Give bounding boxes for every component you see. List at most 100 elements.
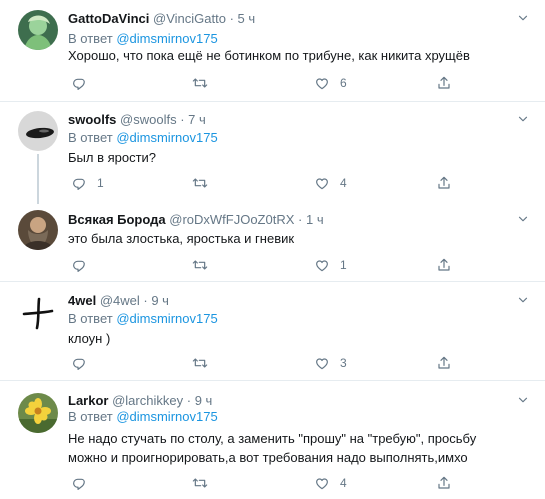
retweet-icon <box>192 175 208 191</box>
reply-icon <box>71 257 87 273</box>
tweet-text: Был в ярости? <box>68 150 157 165</box>
author-handle[interactable]: @swoolfs <box>120 112 177 127</box>
like-icon <box>314 257 330 273</box>
reply-icon <box>71 475 87 491</box>
tweet-text-line: Не надо стучать по столу, а заменить "пр… <box>68 431 477 446</box>
reply-context: В ответ @dimsmirnov175 <box>68 409 218 425</box>
reply-to-link[interactable]: @dimsmirnov175 <box>116 311 217 326</box>
timestamp[interactable]: 9 ч <box>151 293 169 308</box>
like-button[interactable]: 1 <box>314 257 347 273</box>
reply-button[interactable] <box>71 257 97 273</box>
reply-icon <box>71 355 87 371</box>
caret-down-icon[interactable] <box>517 12 529 24</box>
reply-to-link[interactable]: @dimsmirnov175 <box>116 31 217 46</box>
like-count: 6 <box>340 76 347 90</box>
like-count: 4 <box>340 476 347 490</box>
reply-button[interactable] <box>71 75 97 91</box>
author-name[interactable]: Larkor <box>68 393 108 408</box>
author-handle[interactable]: @4wel <box>100 293 140 308</box>
share-icon <box>436 475 452 491</box>
like-button[interactable]: 6 <box>314 75 347 91</box>
retweet-icon <box>192 475 208 491</box>
like-icon <box>314 355 330 371</box>
author-name[interactable]: 4wel <box>68 293 96 308</box>
share-button[interactable] <box>436 475 452 491</box>
reply-to-link[interactable]: @dimsmirnov175 <box>116 130 217 145</box>
like-button[interactable]: 4 <box>314 175 347 191</box>
separator-dot: · <box>143 293 148 308</box>
tweet-text: Не надо стучать по столу, а заменить "пр… <box>68 429 528 467</box>
reply-button[interactable] <box>71 355 97 371</box>
separator-dot: · <box>229 11 234 26</box>
avatar[interactable] <box>18 111 58 151</box>
author-handle[interactable]: @roDxWfFJOoZ0tRX <box>169 212 294 227</box>
retweet-button[interactable] <box>192 175 218 191</box>
separator-dot: · <box>186 393 192 408</box>
caret-down-icon[interactable] <box>517 113 529 125</box>
reply-prefix: В ответ <box>68 130 113 145</box>
avatar[interactable] <box>18 393 58 433</box>
share-icon <box>436 175 452 191</box>
retweet-icon <box>192 355 208 371</box>
retweet-icon <box>192 75 208 91</box>
reply-prefix: В ответ <box>68 31 113 46</box>
reply-icon <box>71 75 87 91</box>
timestamp[interactable]: 5 ч <box>238 11 256 26</box>
caret-down-icon[interactable] <box>517 394 529 406</box>
like-count: 4 <box>340 176 347 190</box>
retweet-button[interactable] <box>192 475 218 491</box>
share-button[interactable] <box>436 257 452 273</box>
like-icon <box>314 475 330 491</box>
reply-prefix: В ответ <box>68 311 113 326</box>
reply-prefix: В ответ <box>68 409 113 424</box>
tweet-text: это была злостька, яростька и гневик <box>68 231 295 246</box>
share-icon <box>436 355 452 371</box>
reply-to-link[interactable]: @dimsmirnov175 <box>116 409 217 424</box>
author-name[interactable]: GattoDaVinci <box>68 11 149 26</box>
like-icon <box>314 75 330 91</box>
like-count: 1 <box>340 258 347 272</box>
reply-context: В ответ @dimsmirnov175 <box>68 311 218 327</box>
author-handle[interactable]: @larchikkey <box>112 393 183 408</box>
like-button[interactable]: 3 <box>314 355 347 371</box>
tweet-text: клоун ) <box>68 331 111 346</box>
caret-down-icon[interactable] <box>517 213 529 225</box>
like-count: 3 <box>340 356 347 370</box>
share-button[interactable] <box>436 175 452 191</box>
tweet-text-line: можно и проигнорировать,а вот требования… <box>68 450 468 465</box>
share-icon <box>436 257 452 273</box>
tweet[interactable]: Всякая Борода @roDxWfFJOoZ0tRX · 1 ч это… <box>0 201 545 282</box>
timestamp[interactable]: 7 ч <box>188 112 206 127</box>
tweet[interactable]: swoolfs @swoolfs · 7 ч В ответ @dimsmirn… <box>0 103 545 201</box>
tweet[interactable]: Larkor @larchikkey · 9 ч В ответ @dimsmi… <box>0 382 545 499</box>
author-handle[interactable]: @VinciGatto <box>153 11 226 26</box>
reply-button[interactable] <box>71 475 97 491</box>
reply-count: 1 <box>97 176 104 190</box>
timestamp[interactable]: 9 ч <box>195 393 213 408</box>
avatar[interactable] <box>18 210 58 250</box>
separator-dot: · <box>180 112 185 127</box>
tweet[interactable]: 4wel @4wel · 9 ч В ответ @dimsmirnov175 … <box>0 283 545 381</box>
share-button[interactable] <box>436 75 452 91</box>
share-icon <box>436 75 452 91</box>
timestamp[interactable]: 1 ч <box>306 212 324 227</box>
reply-context: В ответ @dimsmirnov175 <box>68 31 218 47</box>
caret-down-icon[interactable] <box>517 294 529 306</box>
like-icon <box>314 175 330 191</box>
author-name[interactable]: Всякая Борода <box>68 212 166 227</box>
retweet-button[interactable] <box>192 75 218 91</box>
tweet[interactable]: GattoDaVinci @VinciGatto · 5 ч В ответ @… <box>0 0 545 102</box>
share-button[interactable] <box>436 355 452 371</box>
like-button[interactable]: 4 <box>314 475 347 491</box>
retweet-button[interactable] <box>192 355 218 371</box>
tweet-text: Хорошо, что пока ещё не ботинком по триб… <box>68 48 470 63</box>
author-name[interactable]: swoolfs <box>68 112 116 127</box>
reply-button[interactable]: 1 <box>71 175 104 191</box>
avatar[interactable] <box>18 10 58 50</box>
retweet-button[interactable] <box>192 257 218 273</box>
retweet-icon <box>192 257 208 273</box>
separator-dot: · <box>298 212 303 227</box>
reply-icon <box>71 175 87 191</box>
avatar[interactable] <box>18 293 58 333</box>
reply-context: В ответ @dimsmirnov175 <box>68 130 218 146</box>
